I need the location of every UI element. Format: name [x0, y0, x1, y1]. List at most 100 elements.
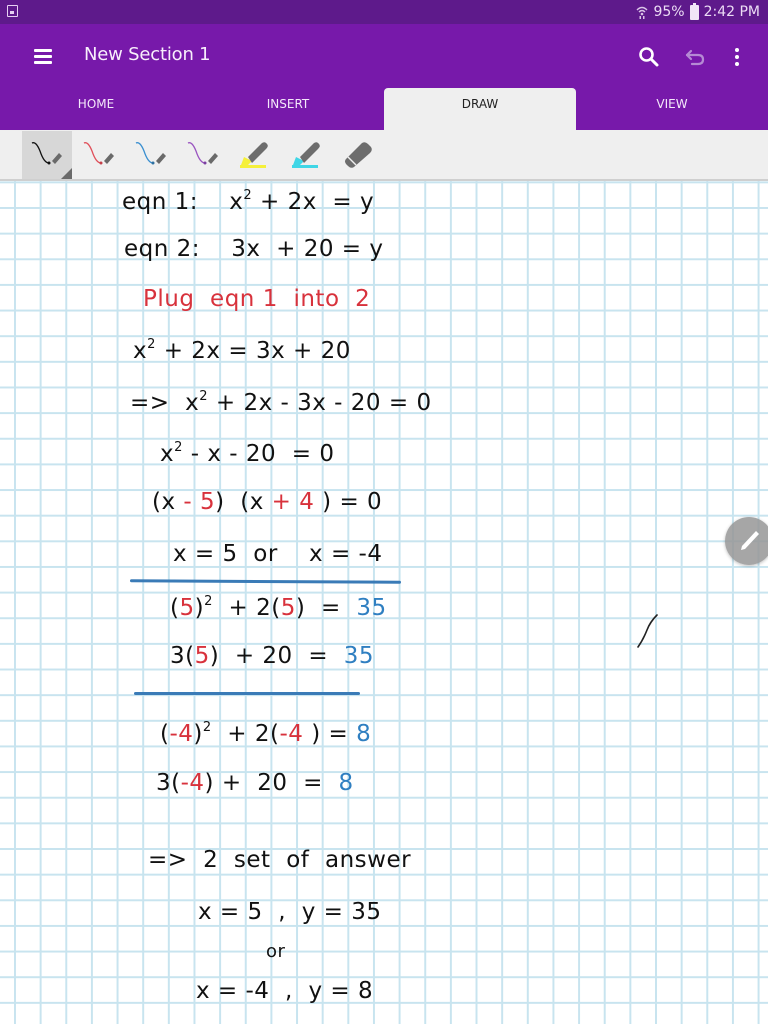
tab-view[interactable]: VIEW	[576, 88, 768, 130]
ink-segment: + 2(	[212, 595, 281, 621]
search-icon[interactable]	[638, 46, 660, 68]
ribbon-tabs: HOME INSERT DRAW VIEW	[0, 88, 768, 130]
eraser-tool[interactable]	[334, 131, 384, 179]
ink-segment: -4	[180, 770, 205, 796]
ink-segment: -4	[279, 721, 304, 747]
note-line-rearrange: => x2 + 2x - 3x - 20 = 0	[130, 390, 432, 415]
divider-line-1	[129, 579, 402, 584]
superscript: 2	[147, 337, 156, 352]
pen-purple-icon	[187, 142, 218, 165]
more-vertical-icon[interactable]	[731, 46, 743, 68]
battery-percent: 95%	[653, 4, 685, 20]
note-line-check-xneg4-eq1: (-4)2 + 2(-4 ) = 8	[160, 721, 371, 746]
superscript: 2	[174, 440, 183, 455]
ink-segment: -4	[169, 721, 194, 747]
ink-segment: => 2 set of answer	[148, 847, 412, 873]
ink-segment: Plug eqn 1 into 2	[143, 286, 371, 312]
ink-segment: + 2x - 3x - 20 = 0	[208, 390, 432, 416]
note-line-answer-2: x = -4 , y = 8	[196, 980, 373, 1003]
note-line-factor: (x - 5) (x + 4 ) = 0	[152, 491, 382, 514]
ink-segment: ) = 0	[314, 489, 383, 515]
ink-segment: ) =	[295, 595, 357, 621]
ink-segment: + 4	[263, 489, 315, 515]
note-line-simplify: x2 - x - 20 = 0	[160, 441, 334, 466]
status-indicators: 95% 2:42 PM	[636, 2, 760, 21]
app-bar: New Section 1 HOME INSERT DRAW VIEW	[0, 24, 768, 130]
draw-toolbar	[0, 130, 768, 181]
tab-home[interactable]: HOME	[0, 88, 192, 130]
pen-black-icon	[31, 142, 62, 165]
ink-segment: + 2(	[211, 721, 280, 747]
highlighter-yellow-icon	[240, 142, 268, 168]
ink-segment: 8	[356, 721, 372, 747]
ink-segment: 5	[179, 595, 195, 621]
wifi-icon	[636, 5, 648, 19]
ink-segment: (x	[152, 489, 176, 515]
gallery-icon	[7, 5, 18, 17]
divider-line-2	[134, 692, 360, 695]
section-title: New Section 1	[84, 44, 211, 65]
pen-red-icon	[83, 142, 114, 165]
clock: 2:42 PM	[703, 4, 760, 20]
note-line-eqn2: eqn 2: 3x + 20 = y	[124, 238, 384, 261]
superscript: 2	[199, 389, 209, 404]
status-bar: 95% 2:42 PM	[0, 0, 768, 24]
note-line-roots: x = 5 or x = -4	[173, 543, 382, 566]
tab-draw[interactable]: DRAW	[384, 88, 576, 130]
stray-ink-stroke	[637, 614, 658, 648]
superscript: 2	[204, 594, 213, 609]
ink-segment: ) =	[303, 721, 357, 747]
ink-segment: eqn 2: 3x + 20 = y	[124, 236, 384, 262]
note-line-substitute: x2 + 2x = 3x + 20	[133, 338, 351, 363]
ink-segment: 3(	[156, 770, 181, 796]
ink-segment: ) (x	[215, 489, 264, 515]
tab-insert[interactable]: INSERT	[192, 88, 384, 130]
pen-black-tool[interactable]	[22, 131, 72, 179]
highlighter-cyan-icon	[292, 142, 320, 168]
note-line-eqn1: eqn 1: x2 + 2x = y	[122, 189, 374, 214]
highlighter-cyan-tool[interactable]	[282, 131, 332, 179]
ink-segment: => x	[130, 390, 200, 416]
pen-purple-tool[interactable]	[178, 131, 228, 179]
ink-segment: 5	[280, 595, 296, 621]
note-line-check-x5-eq2: 3(5) + 20 = 35	[170, 645, 374, 668]
ink-segment: )	[194, 595, 205, 621]
draw-mode-button[interactable]	[725, 517, 768, 565]
eraser-icon	[345, 142, 372, 168]
pen-icon	[741, 531, 759, 550]
ink-segment: + 2x = 3x + 20	[155, 338, 351, 364]
ink-segment: - x - 20 = 0	[182, 441, 335, 467]
ink-segment: 35	[343, 643, 374, 669]
ink-segment: - 5	[175, 489, 216, 515]
ink-segment: + 2x = y	[252, 189, 375, 215]
ink-segment: x	[133, 338, 148, 364]
pen-blue-icon	[135, 142, 166, 165]
ink-segment: )	[193, 721, 203, 747]
note-line-check-xneg4-eq2: 3(-4) + 20 = 8	[156, 772, 354, 795]
ink-segment: x = 5 or x = -4	[173, 541, 383, 567]
hamburger-menu-icon[interactable]	[34, 49, 52, 64]
note-line-plug: Plug eqn 1 into 2	[143, 288, 370, 311]
pen-blue-tool[interactable]	[126, 131, 176, 179]
ink-segment: eqn 1: x	[122, 189, 244, 215]
ink-segment: x	[160, 441, 175, 467]
ink-segment: 8	[338, 770, 354, 796]
note-line-conclusion: => 2 set of answer	[148, 849, 411, 872]
note-canvas[interactable]: eqn 1: x2 + 2x = y eqn 2: 3x + 20 = y Pl…	[0, 181, 768, 1024]
ink-segment: ) + 20 =	[204, 770, 339, 796]
ink-segment: 5	[194, 643, 210, 669]
note-line-check-x5-eq1: (5)2 + 2(5) = 35	[170, 595, 387, 620]
battery-icon	[689, 2, 699, 20]
ink-segment: ) + 20 =	[209, 643, 344, 669]
ink-segment: or	[266, 941, 286, 962]
superscript: 2	[202, 720, 212, 735]
ink-segment: x = 5 , y = 35	[198, 899, 382, 925]
pen-red-tool[interactable]	[74, 131, 124, 179]
note-line-answer-1: x = 5 , y = 35	[198, 901, 381, 924]
ink-segment: 3(	[170, 643, 195, 669]
highlighter-yellow-tool[interactable]	[230, 131, 280, 179]
ink-segment: x = -4 , y = 8	[196, 978, 374, 1004]
note-line-or: or	[266, 943, 285, 961]
undo-icon[interactable]	[684, 46, 708, 68]
ink-segment: 35	[356, 595, 387, 621]
